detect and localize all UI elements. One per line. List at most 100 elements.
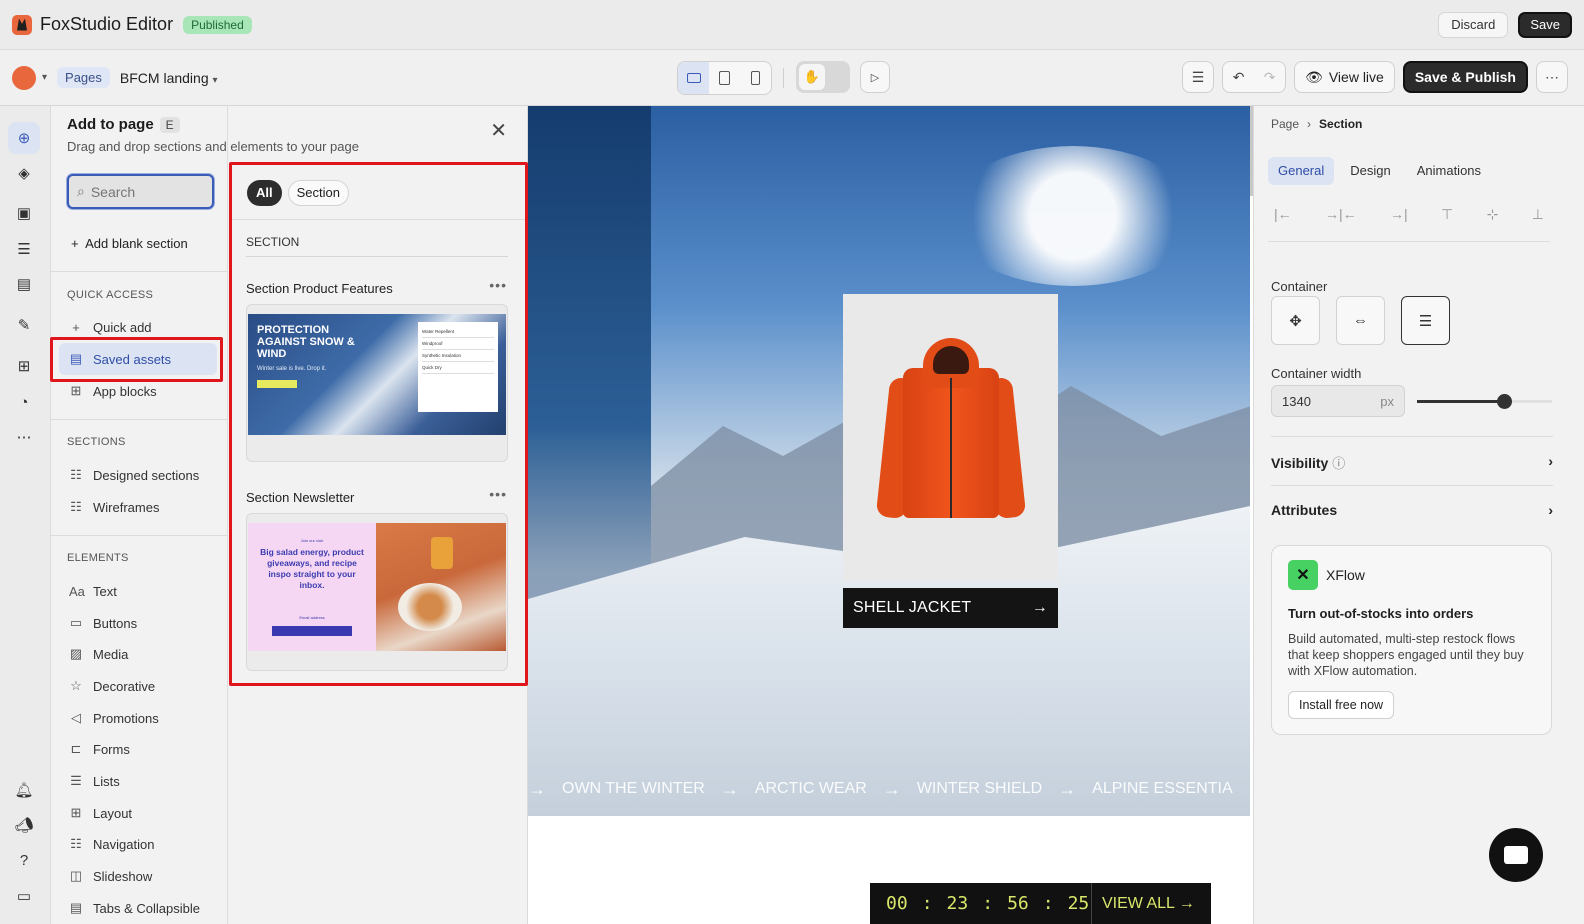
align-bottom-icon[interactable]: ⊥ bbox=[1532, 206, 1544, 241]
redo-icon[interactable]: ↷ bbox=[1254, 62, 1285, 92]
preview-play-button[interactable]: ▷ bbox=[860, 61, 890, 93]
asset-card-newsletter[interactable]: Join our club Big salad energy, product … bbox=[246, 513, 508, 671]
nav-text[interactable]: Aa Text bbox=[59, 575, 217, 607]
more-options-button[interactable]: ⋯ bbox=[1536, 61, 1568, 93]
nav-layout[interactable]: ⊞ Layout bbox=[59, 797, 217, 829]
nav-navigation[interactable]: ☷ Navigation bbox=[59, 828, 217, 860]
divider bbox=[51, 535, 228, 536]
breadcrumb-page[interactable]: Page bbox=[1271, 117, 1299, 131]
container-full-button[interactable]: ⇔ bbox=[1336, 296, 1385, 345]
search-input[interactable] bbox=[90, 183, 191, 200]
nav-label: Slideshow bbox=[93, 868, 153, 884]
help-icon[interactable]: ? bbox=[8, 844, 40, 876]
megaphone-icon[interactable]: 📣︎ bbox=[8, 809, 40, 841]
page-canvas[interactable]: SHELL JACKET → → OWN THE WINTER → ARCTIC… bbox=[528, 106, 1253, 924]
bell-icon[interactable]: 🔔︎ bbox=[8, 774, 40, 806]
tabs-icon: ▤ bbox=[69, 900, 83, 915]
hand-tool-toggle[interactable]: ✋ bbox=[796, 61, 850, 93]
asset-card-product-features[interactable]: PROTECTION AGAINST SNOW & WIND Winter sa… bbox=[246, 304, 508, 462]
product-cta-button[interactable]: SHELL JACKET → bbox=[843, 588, 1058, 628]
apps-icon[interactable]: ⊞ bbox=[8, 350, 40, 382]
chat-icon[interactable]: ▭ bbox=[8, 880, 40, 912]
nav-slideshow[interactable]: ◫ Slideshow bbox=[59, 860, 217, 892]
thumb-subtext: Winter sale is live. Drop it. bbox=[257, 366, 327, 372]
filter-section[interactable]: Section bbox=[287, 180, 349, 206]
tab-general[interactable]: General bbox=[1268, 157, 1335, 185]
align-top-icon[interactable]: ⊤ bbox=[1441, 206, 1453, 241]
thumb-feature: Windproof bbox=[422, 338, 494, 350]
chat-support-button[interactable] bbox=[1489, 828, 1543, 882]
tablet-view-button[interactable] bbox=[709, 62, 740, 94]
container-hug-button[interactable]: ✥ bbox=[1271, 296, 1320, 345]
thumb-feature: Synthetic Insulation bbox=[422, 350, 494, 362]
colon: : bbox=[921, 893, 933, 914]
align-left-icon[interactable]: |← bbox=[1274, 206, 1292, 241]
plus-icon: + bbox=[71, 236, 79, 251]
thumb-button bbox=[257, 380, 297, 388]
pages-chip[interactable]: Pages bbox=[57, 67, 110, 88]
nav-tabs-collapsible[interactable]: ▤ Tabs & Collapsible bbox=[59, 892, 217, 924]
slider-handle[interactable] bbox=[1497, 394, 1512, 409]
divider bbox=[51, 419, 228, 420]
view-all-link[interactable]: VIEW ALL → bbox=[1092, 895, 1195, 913]
nav-media[interactable]: ▨ Media bbox=[59, 638, 217, 670]
countdown-bar[interactable]: 00: 23: 56: 25 VIEW ALL → bbox=[870, 883, 1211, 924]
nav-wireframes[interactable]: ☷ Wireframes bbox=[59, 491, 217, 523]
close-icon[interactable]: ✕ bbox=[490, 118, 507, 143]
more-icon[interactable]: ⋯ bbox=[8, 421, 40, 453]
add-icon[interactable]: ⊕ bbox=[8, 122, 40, 154]
nav-designed-sections[interactable]: ☷ Designed sections bbox=[59, 459, 217, 491]
attributes-row[interactable]: Attributes › bbox=[1271, 502, 1553, 518]
designed-sections-icon: ☷ bbox=[70, 467, 82, 482]
align-right-icon[interactable]: →| bbox=[1390, 206, 1408, 241]
add-blank-section-button[interactable]: + Add blank section bbox=[71, 236, 188, 251]
sections-icon[interactable]: ☰ bbox=[8, 233, 40, 265]
save-button[interactable]: Save bbox=[1518, 11, 1572, 38]
layers-icon[interactable]: ◈ bbox=[8, 157, 40, 189]
chevron-down-icon[interactable]: ▾ bbox=[42, 72, 47, 83]
visibility-row[interactable]: Visibility ⓘ › bbox=[1271, 453, 1553, 472]
search-field[interactable]: ⌕ bbox=[67, 174, 214, 209]
more-icon[interactable]: ••• bbox=[489, 277, 507, 293]
product-image[interactable] bbox=[843, 294, 1058, 581]
app-blocks-icon: ⊞ bbox=[70, 383, 82, 398]
tab-animations[interactable]: Animations bbox=[1407, 157, 1491, 185]
tablet-icon bbox=[719, 71, 730, 85]
filter-all[interactable]: All bbox=[247, 180, 282, 206]
discard-button[interactable]: Discard bbox=[1438, 11, 1509, 38]
install-free-button[interactable]: Install free now bbox=[1288, 691, 1395, 719]
align-middle-icon[interactable]: ⊹ bbox=[1487, 206, 1499, 241]
mobile-view-button[interactable] bbox=[740, 62, 771, 94]
speed-icon[interactable]: ◔ bbox=[8, 386, 40, 418]
container-width-slider[interactable] bbox=[1417, 394, 1552, 409]
desktop-view-button[interactable] bbox=[678, 62, 709, 94]
nav-decorative[interactable]: ☆ Decorative bbox=[59, 670, 217, 702]
nav-lists[interactable]: ☰ Lists bbox=[59, 765, 217, 797]
save-publish-button[interactable]: Save & Publish bbox=[1402, 61, 1528, 93]
visibility-label: Visibility bbox=[1271, 455, 1329, 471]
align-center-icon[interactable]: →|← bbox=[1325, 206, 1357, 241]
nav-buttons[interactable]: ▭ Buttons bbox=[59, 607, 217, 639]
attributes-label: Attributes bbox=[1271, 502, 1338, 518]
store-avatar[interactable] bbox=[12, 65, 36, 90]
view-live-button[interactable]: 👁 View live bbox=[1294, 61, 1395, 93]
container-custom-button[interactable]: ☰ bbox=[1401, 296, 1450, 345]
theme-icon[interactable]: ▣ bbox=[8, 197, 40, 229]
marquee-text: WINTER SHIELD bbox=[916, 780, 1043, 797]
plate-shape bbox=[398, 583, 462, 631]
eye-icon: 👁 bbox=[1305, 68, 1323, 85]
more-icon[interactable]: ••• bbox=[489, 486, 507, 502]
arrow-right-icon: → bbox=[1058, 778, 1077, 799]
settings-sliders-button[interactable]: ☰ bbox=[1182, 61, 1215, 93]
page-selector[interactable]: BFCM landing ▾ bbox=[120, 70, 218, 86]
undo-icon[interactable]: ↶ bbox=[1223, 62, 1254, 92]
tab-design[interactable]: Design bbox=[1340, 157, 1400, 185]
container-width-input[interactable]: 1340 px bbox=[1271, 385, 1405, 417]
nav-forms[interactable]: ⊏ Forms bbox=[59, 733, 217, 765]
hero-section[interactable]: SHELL JACKET → → OWN THE WINTER → ARCTIC… bbox=[528, 106, 1250, 816]
thumb-feature-list: Water Repellent Windproof Synthetic Insu… bbox=[418, 322, 498, 412]
pages-icon[interactable]: ▤ bbox=[8, 268, 40, 300]
brush-icon[interactable]: ✎ bbox=[8, 309, 40, 341]
nav-promotions[interactable]: ◁ Promotions bbox=[59, 702, 217, 734]
breadcrumb-section: Section bbox=[1319, 117, 1363, 131]
